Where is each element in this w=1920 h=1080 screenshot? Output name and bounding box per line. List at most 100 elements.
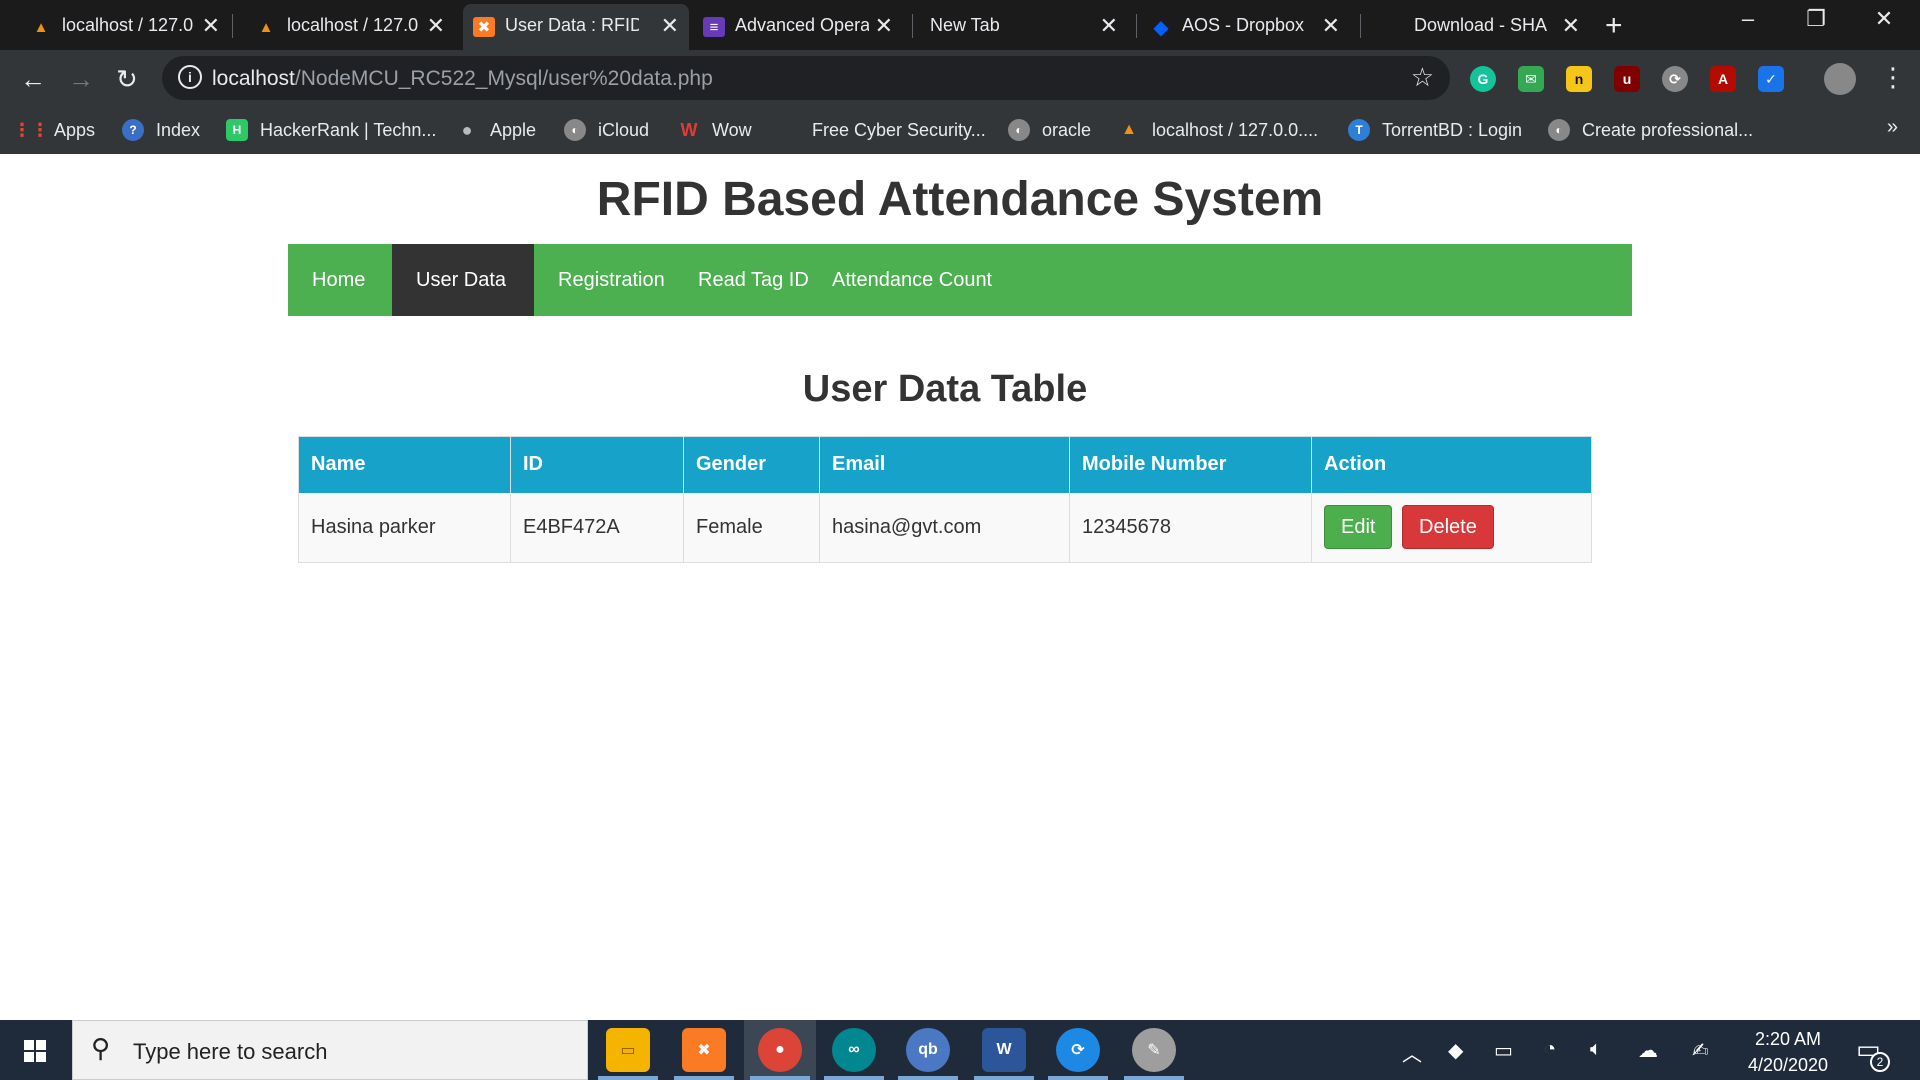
browser-toolbar: ← → ↻ i localhost/NodeMCU_RC522_Mysql/us… [0, 50, 1920, 106]
bookmark-hackerrank[interactable]: H HackerRank | Techn... [226, 115, 436, 145]
dropbox-tray-icon[interactable]: ◆ [1448, 1038, 1463, 1063]
wifi-icon[interactable]: ◔ [1544, 1038, 1556, 1061]
qbittorrent-icon[interactable]: qb [906, 1028, 950, 1072]
more-bookmarks-icon[interactable]: » [1887, 116, 1898, 139]
tab-4[interactable]: ≡ Advanced Opera ✕ [693, 4, 903, 48]
start-button[interactable] [0, 1020, 72, 1080]
running-indicator [824, 1076, 884, 1080]
globe-icon: ◐ [1008, 119, 1030, 141]
bookmark-icloud[interactable]: ◐ iCloud [564, 115, 649, 145]
close-window-icon[interactable]: ✕ [1854, 6, 1914, 32]
extension-notion-icon[interactable]: n [1566, 66, 1592, 92]
url-text[interactable]: localhost/NodeMCU_RC522_Mysql/user%20dat… [212, 67, 713, 91]
restore-icon[interactable]: ❐ [1786, 6, 1846, 32]
tab-separator [1360, 14, 1361, 38]
bookmark-label: Apps [54, 119, 96, 140]
dropbox-icon: ◆ [1153, 16, 1169, 39]
table-row: Hasina parker E4BF472A Female hasina@gvt… [298, 492, 1592, 563]
address-bar[interactable]: i localhost/NodeMCU_RC522_Mysql/user%20d… [162, 56, 1450, 100]
bookmarks-bar: ⋮⋮ Apps ? Index H HackerRank | Techn... … [0, 106, 1920, 154]
tab-2[interactable]: ▲ localhost / 127.0 ✕ [245, 4, 455, 48]
close-icon[interactable]: ✕ [427, 13, 445, 39]
onedrive-icon[interactable]: ☁ [1638, 1038, 1658, 1063]
bookmark-index[interactable]: ? Index [122, 115, 200, 145]
extension-mail-icon[interactable]: ✉ [1518, 66, 1544, 92]
pdf-icon[interactable]: A [1710, 66, 1736, 92]
tab-7[interactable]: Download - SHA ✕ [1380, 4, 1590, 48]
back-icon[interactable]: ← [20, 64, 46, 95]
word-icon[interactable]: W [982, 1028, 1026, 1072]
apps-grid-icon: ⋮⋮ [13, 119, 49, 140]
edit-button[interactable]: Edit [1324, 505, 1393, 550]
close-icon[interactable]: ✕ [202, 13, 220, 39]
bookmark-apps[interactable]: ⋮⋮ Apps [13, 115, 96, 145]
reload-icon[interactable]: ↻ [116, 64, 138, 95]
browser-chrome: ▲ localhost / 127.0 ✕ ▲ localhost / 127.… [0, 0, 1920, 154]
paint-icon[interactable]: ✎ [1132, 1028, 1176, 1072]
bookmark-wow[interactable]: W Wow [678, 115, 752, 145]
nav-attendance-count[interactable]: Attendance Count [808, 244, 1016, 316]
minimize-icon[interactable]: – [1718, 6, 1778, 32]
bookmark-oracle[interactable]: ◐ oracle [1008, 115, 1091, 145]
menu-icon[interactable]: ⋮ [1880, 62, 1906, 93]
battery-icon[interactable]: ▭ [1494, 1038, 1513, 1063]
xampp-icon[interactable]: ✖ [682, 1028, 726, 1072]
bookmark-label: Create professional... [1582, 119, 1754, 140]
search-icon: ⚲ [91, 1033, 111, 1063]
tab-6[interactable]: ◆ AOS - Dropbox ✕ [1140, 4, 1350, 48]
close-icon[interactable]: ✕ [1562, 13, 1580, 39]
forward-icon[interactable]: → [68, 64, 94, 95]
tab-3-active[interactable]: ✖ User Data : RFID ✕ [463, 4, 689, 50]
extension-link-icon[interactable]: ⟳ [1662, 66, 1688, 92]
info-icon[interactable]: i [178, 65, 202, 89]
volume-icon[interactable]: 🔈︎ [1590, 1038, 1602, 1061]
show-hidden-icons-icon[interactable]: ︿ [1402, 1038, 1422, 1067]
nav-home[interactable]: Home [288, 244, 389, 316]
apple-icon: ● [461, 119, 473, 140]
bookmark-torrentbd[interactable]: T TorrentBD : Login [1348, 115, 1522, 145]
table-header-row: Name ID Gender Email Mobile Number Actio… [298, 436, 1592, 493]
sync-icon[interactable]: ⟳ [1056, 1028, 1100, 1072]
delete-button[interactable]: Delete [1402, 505, 1494, 550]
url-host: localhost [212, 67, 295, 90]
cell-gender: Female [683, 492, 820, 563]
taskbar-search[interactable]: ⚲ Type here to search [72, 1020, 588, 1080]
chrome-icon[interactable]: ● [758, 1028, 802, 1072]
bookmark-localhost[interactable]: ▲ localhost / 127.0.0.... [1118, 115, 1318, 145]
bookmark-create-professional[interactable]: ◐ Create professional... [1548, 115, 1753, 145]
clock-date: 4/20/2020 [1747, 1055, 1829, 1075]
bookmark-label: HackerRank | Techn... [260, 119, 437, 140]
user-data-table: Name ID Gender Email Mobile Number Actio… [298, 436, 1592, 563]
nav-registration[interactable]: Registration [534, 244, 689, 316]
close-icon[interactable]: ✕ [875, 13, 893, 39]
close-icon[interactable]: ✕ [661, 13, 679, 39]
shield-icon[interactable]: ✓ [1758, 66, 1784, 92]
tab-5[interactable]: New Tab ✕ [912, 4, 1128, 48]
pen-icon[interactable]: ✍ [1692, 1038, 1709, 1063]
nav-user-data[interactable]: User Data [392, 244, 534, 316]
column-header-email: Email [819, 436, 1070, 493]
close-icon[interactable]: ✕ [1100, 13, 1118, 39]
column-header-gender: Gender [683, 436, 820, 493]
bookmark-star-icon[interactable]: ☆ [1411, 62, 1434, 93]
new-tab-icon[interactable]: + [1605, 9, 1623, 43]
tab-1[interactable]: ▲ localhost / 127.0 ✕ [20, 4, 230, 48]
running-indicator [1124, 1076, 1184, 1080]
bookmark-free-cyber-security[interactable]: Free Cyber Security... [812, 115, 986, 145]
arduino-icon[interactable]: ∞ [832, 1028, 876, 1072]
column-header-mobile: Mobile Number [1069, 436, 1312, 493]
profile-avatar[interactable] [1824, 63, 1856, 95]
close-icon[interactable]: ✕ [1322, 13, 1340, 39]
system-clock[interactable]: 2:20 AM 4/20/2020 [1718, 1026, 1858, 1078]
file-explorer-icon[interactable]: ▭ [606, 1028, 650, 1072]
cell-email: hasina@gvt.com [819, 492, 1070, 563]
table-title: User Data Table [802, 368, 1088, 410]
hackerrank-icon: H [226, 119, 248, 141]
tab-title: AOS - Dropbox [1182, 15, 1305, 35]
search-placeholder: Type here to search [133, 1039, 328, 1064]
bookmark-apple[interactable]: ● Apple [456, 115, 536, 145]
tab-title: New Tab [930, 15, 1000, 35]
grammarly-icon[interactable]: G [1470, 66, 1496, 92]
forms-icon: ≡ [703, 17, 725, 37]
ublock-icon[interactable]: u [1614, 66, 1640, 92]
